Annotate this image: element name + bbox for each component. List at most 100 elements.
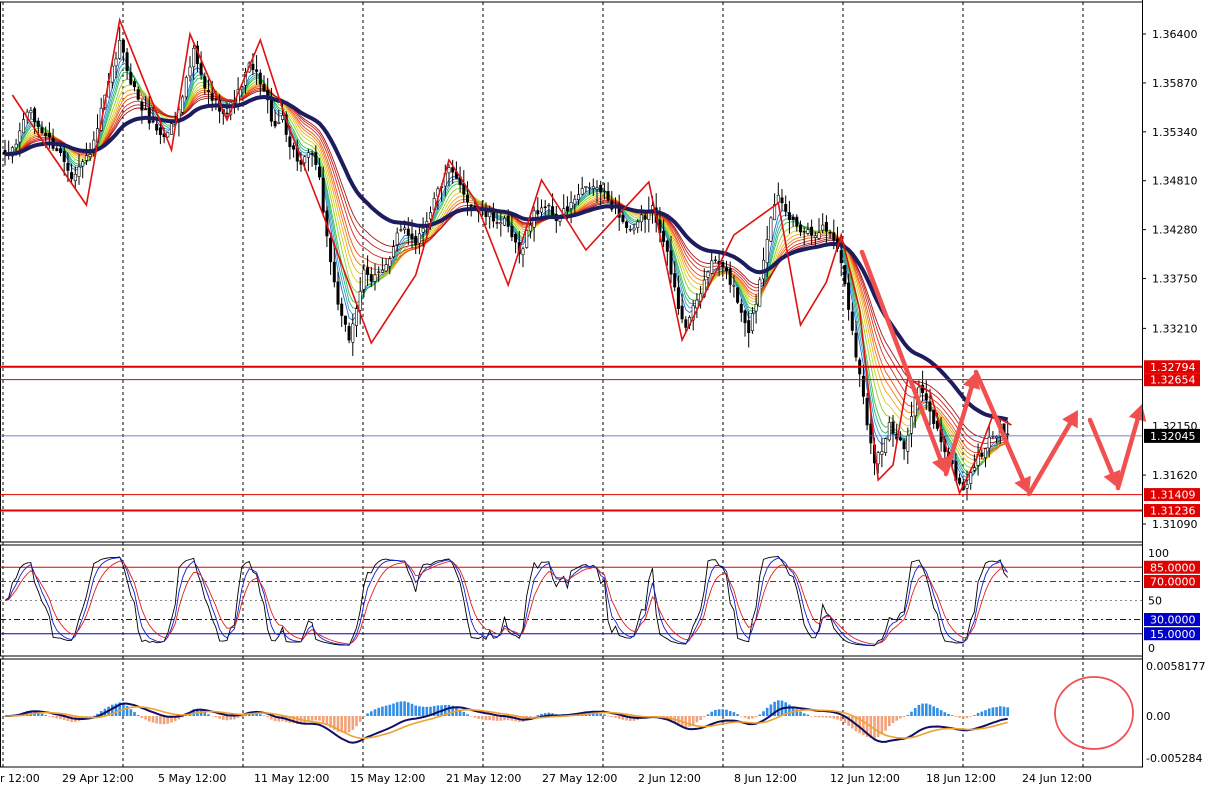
macd-histogram-bar	[810, 716, 813, 717]
candle-body	[588, 187, 592, 189]
candle-body	[628, 228, 632, 231]
macd-histogram-bar	[40, 713, 44, 716]
macd-histogram-bar	[732, 712, 736, 716]
macd-histogram-bar	[344, 716, 347, 733]
candle-body	[865, 397, 869, 426]
level-price-text: 1.32794	[1150, 361, 1196, 374]
macd-histogram-bar	[59, 716, 62, 720]
candle-body	[310, 153, 314, 155]
oscillator-tick-label: 100	[1148, 547, 1169, 560]
candle-body	[780, 197, 784, 204]
candle-body	[77, 166, 81, 177]
macd-histogram-bar	[51, 716, 55, 718]
candle-body	[84, 155, 88, 161]
candle-body	[528, 224, 532, 232]
candle-body	[636, 221, 640, 228]
macd-histogram-bar	[717, 709, 721, 716]
macd-histogram-bar	[418, 706, 421, 716]
macd-histogram-bar	[144, 716, 147, 720]
candle-body	[58, 148, 62, 153]
macd-histogram-bar	[129, 709, 133, 716]
candle-body	[469, 204, 473, 207]
macd-histogram-bar	[984, 710, 987, 716]
candle-body	[358, 291, 362, 311]
candle-body	[551, 206, 555, 216]
macd-histogram-bar	[928, 704, 932, 716]
candle-body	[207, 90, 211, 92]
macd-histogram-bar	[788, 704, 791, 716]
macd-histogram-bar	[950, 715, 954, 716]
candle	[758, 277, 762, 307]
candle-body	[369, 274, 373, 282]
candle-body	[125, 52, 129, 72]
candle-body	[47, 132, 51, 138]
candle-body	[40, 127, 44, 134]
candle-body	[958, 477, 962, 484]
candle-body	[987, 436, 991, 449]
macd-histogram-bar	[240, 716, 244, 717]
macd-histogram-bar	[899, 716, 902, 719]
macd-histogram-bar	[203, 712, 207, 716]
macd-histogram-bar	[873, 716, 876, 739]
macd-histogram-bar	[155, 716, 158, 724]
candle-body	[876, 452, 880, 465]
macd-histogram-bar	[777, 700, 780, 716]
macd-histogram-bar	[347, 716, 351, 733]
macd-histogram-bar	[370, 711, 373, 716]
candle-body	[147, 107, 151, 124]
macd-histogram-bar	[714, 709, 717, 716]
candle-body	[980, 453, 984, 457]
macd-histogram-bar	[225, 716, 229, 721]
macd-histogram-bar	[488, 716, 491, 721]
macd-histogram-bar	[754, 716, 758, 718]
macd-histogram-bar	[991, 707, 995, 716]
macd-histogram-bar	[751, 716, 754, 719]
macd-histogram-bar	[436, 705, 440, 716]
forex-chart: 1.36400 1.35870 1.35340 1.34810 1.34280 1.337…	[0, 0, 1210, 785]
macd-histogram-bar	[610, 716, 614, 718]
candle-body	[525, 230, 529, 248]
time-tick-label: 18 Jun 12:00	[926, 772, 996, 785]
candle-body	[388, 258, 392, 267]
candle-body	[839, 250, 843, 264]
candle-body	[351, 323, 355, 343]
candle-body	[384, 264, 388, 272]
candle-body	[155, 123, 159, 131]
candle-body	[565, 206, 569, 212]
candle-body	[340, 303, 344, 316]
candle-body	[643, 215, 647, 220]
macd-histogram-bar	[884, 716, 887, 731]
candle-body	[606, 191, 610, 201]
macd-histogram-bar	[695, 716, 699, 723]
time-axis: r 12:00 29 Apr 12:00 5 May 12:00 11 May 12:…	[0, 772, 1092, 785]
candle-body	[373, 274, 377, 282]
macd-histogram-bar	[244, 715, 247, 716]
candle-body	[417, 233, 421, 244]
macd-histogram-bar	[421, 706, 425, 716]
candle-body	[706, 271, 710, 278]
candle-body	[395, 232, 399, 245]
macd-histogram-bar	[162, 716, 166, 725]
candle-body	[573, 198, 577, 205]
macd-histogram-bar	[743, 716, 747, 718]
candle-body	[488, 211, 492, 218]
macd-histogram-bar	[799, 711, 802, 716]
macd-histogram-bar	[399, 701, 403, 716]
candle-body	[736, 287, 740, 303]
price-tick-label: 1.31090	[1152, 518, 1198, 531]
candle-body	[662, 230, 666, 242]
macd-histogram-bar	[932, 706, 935, 716]
macd-histogram-bar	[392, 703, 395, 716]
candle-body	[144, 108, 148, 111]
candle-body	[891, 421, 895, 434]
candle-body	[495, 222, 499, 224]
candle-body	[354, 308, 358, 326]
macd-histogram-bar	[913, 708, 917, 716]
candle-body	[965, 484, 969, 489]
macd-histogram-bar	[699, 716, 702, 720]
candle-body	[887, 422, 891, 441]
candle-body	[258, 72, 262, 85]
macd-histogram-bar	[1002, 706, 1006, 716]
candle-body	[366, 267, 370, 275]
candle-body	[114, 58, 118, 67]
